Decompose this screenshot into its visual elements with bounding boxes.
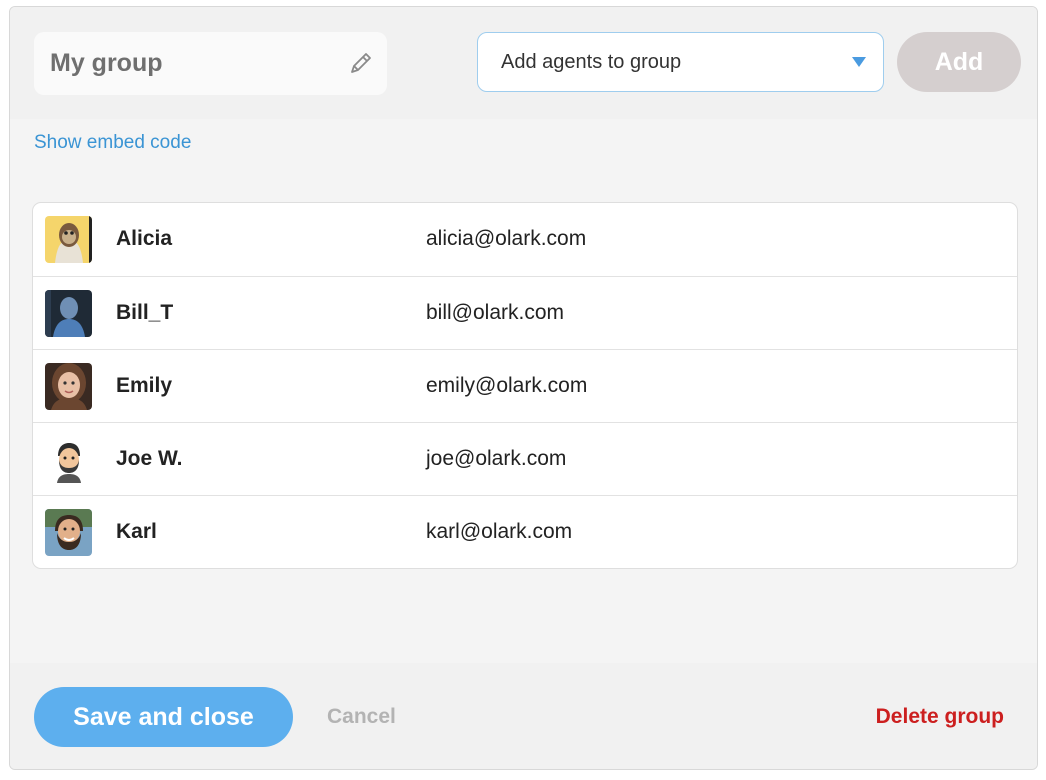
agent-row: Emily emily@olark.com [33,349,1017,422]
agent-email: karl@olark.com [426,520,573,543]
agent-avatar [45,509,92,556]
group-footer: Save and close Cancel Delete group [10,663,1037,769]
chevron-down-icon [852,57,866,67]
group-name-text: My group [50,49,163,77]
group-header: My group Add agents to group Add [10,7,1037,119]
agent-name: Alicia [116,227,173,250]
agent-avatar [45,363,92,410]
agent-email: emily@olark.com [426,374,588,397]
pencil-icon[interactable] [347,49,375,77]
delete-group-button[interactable]: Delete group [876,705,1004,729]
agent-name: Karl [116,520,157,543]
agent-row: Joe W. joe@olark.com [33,422,1017,495]
agent-name: Emily [116,374,173,397]
agent-avatar [45,290,92,337]
agent-row: Alicia alicia@olark.com [33,203,1017,276]
agent-email: joe@olark.com [426,447,567,470]
add-agents-button[interactable]: Add [897,32,1021,92]
show-embed-code-link[interactable]: Show embed code [34,132,191,154]
add-agents-select[interactable]: Add agents to group [477,32,884,92]
agent-avatar [45,436,92,483]
group-name-field[interactable]: My group [34,32,387,95]
agents-list: Alicia alicia@olark.com Bill_T bill@olar… [32,202,1018,569]
save-and-close-button[interactable]: Save and close [34,687,293,747]
agent-row: Karl karl@olark.com [33,495,1017,568]
agent-avatar [45,216,92,263]
agent-email: alicia@olark.com [426,227,587,250]
agent-email: bill@olark.com [426,301,565,324]
agent-row: Bill_T bill@olark.com [33,276,1017,349]
cancel-button[interactable]: Cancel [327,705,396,729]
agent-name: Joe W. [116,447,183,470]
add-agents-select-placeholder: Add agents to group [501,51,682,73]
group-editor-panel: My group Add agents to group Add Show em… [9,6,1038,770]
agent-name: Bill_T [116,301,174,324]
